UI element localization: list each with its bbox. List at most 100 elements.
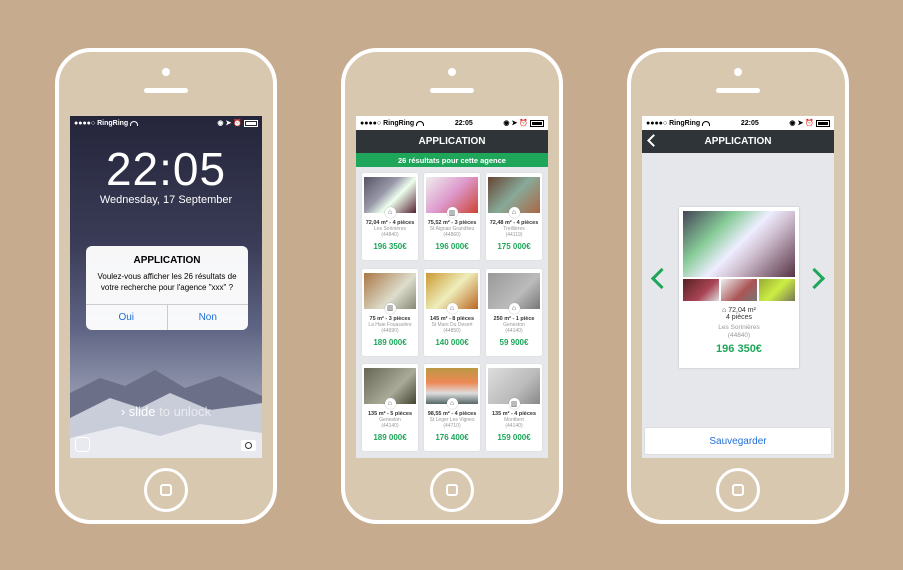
- listing-zip: (44140): [505, 423, 523, 430]
- alert-message: Voulez-vous afficher les 26 résultats de…: [97, 272, 237, 292]
- lock-clock: 22:05: [105, 143, 227, 195]
- back-arrow-icon[interactable]: [647, 134, 660, 147]
- main-photo[interactable]: [683, 211, 795, 277]
- property-area: ⌂ 72,04 m²: [722, 307, 756, 314]
- alert-title: APPLICATION: [133, 255, 201, 266]
- home-square-icon: [446, 484, 458, 496]
- home-button[interactable]: [716, 468, 760, 512]
- status-time: 22:05: [454, 119, 473, 127]
- status-time: 22:05: [740, 119, 759, 127]
- listing-card[interactable]: ⌂ 145 m² - 8 pièces St Mars Du Desert (4485…: [424, 268, 480, 356]
- status-icons: ◉ ➤ ⏰: [503, 120, 528, 127]
- front-camera: [734, 68, 742, 76]
- status-bar: ●●●●○ RingRing 22:05 ◉ ➤ ⏰: [356, 116, 548, 130]
- phone-list-screen: ●●●●○ RingRing 22:05 ◉ ➤ ⏰ APPLICATION 2…: [341, 48, 563, 524]
- status-bar: ●●●●○ RingRing 22:05 ◉ ➤ ⏰: [642, 116, 834, 130]
- house-icon: ⌂: [508, 207, 520, 218]
- phone-lock-screen: ●●●●○ RingRing ◉ ➤ ⏰ 22:05 Wednesday, 17…: [55, 48, 277, 524]
- control-center-icon[interactable]: [75, 437, 90, 452]
- apartment-icon: ▥: [446, 207, 458, 218]
- listing-card[interactable]: ⌂ 72,48 m² - 4 pièces Treillières (44119) 17…: [486, 173, 542, 260]
- home-square-icon: [732, 484, 744, 496]
- status-bar: ●●●●○ RingRing ◉ ➤ ⏰: [70, 116, 262, 130]
- listing-price: 175 000€: [497, 242, 531, 251]
- listing-zip: (44850): [443, 327, 461, 334]
- app-title: APPLICATION: [704, 136, 772, 147]
- listing-zip: (44710): [443, 423, 461, 430]
- listing-price: 59 900€: [499, 337, 529, 347]
- slide-to-unlock[interactable]: › slide to unlock: [70, 404, 262, 419]
- lock-screen: ●●●●○ RingRing ◉ ➤ ⏰ 22:05 Wednesday, 17…: [70, 116, 262, 458]
- listing-zip: (44140): [505, 327, 523, 334]
- mountain-wallpaper: [70, 370, 262, 458]
- apartment-icon: ▥: [508, 398, 520, 410]
- results-banner: 26 résultats pour cette agence: [356, 153, 548, 167]
- listing-price: 189 000€: [373, 337, 407, 347]
- apartment-icon: ▥: [384, 302, 396, 314]
- detail-view: ⌂ 72,04 m² 4 pièces Les Sorinières (4484…: [642, 153, 834, 458]
- property-price: 196 350€: [716, 343, 762, 355]
- front-camera: [448, 68, 456, 76]
- alert-no-button[interactable]: Non: [166, 305, 249, 330]
- slide-prefix: › slide: [120, 404, 156, 419]
- property-card: ⌂ 72,04 m² 4 pièces Les Sorinières (4484…: [679, 207, 799, 368]
- listing-price: 176 400€: [435, 433, 469, 443]
- listing-zip: (44119): [505, 232, 523, 238]
- carrier: ●●●●○ RingRing: [646, 119, 701, 127]
- photo-thumbnails: [683, 279, 795, 301]
- detail-screen: ●●●●○ RingRing 22:05 ◉ ➤ ⏰ APPLICATION ⌂…: [642, 116, 834, 458]
- listing-card[interactable]: ⌂ 250 m² - 1 pièce Geneston (44140) 59 900€: [486, 268, 542, 356]
- next-arrow-icon[interactable]: [803, 267, 826, 290]
- listing-price: 159 000€: [497, 433, 531, 443]
- alert-yes-button[interactable]: Oui: [86, 305, 167, 330]
- house-icon: ⌂: [446, 302, 458, 314]
- listing-zip: (44840): [381, 232, 399, 238]
- listing-price: 196 350€: [373, 242, 407, 251]
- listing-card[interactable]: ⌂ 72,04 m² - 4 pièces Les Sorinières (44840…: [362, 173, 418, 260]
- house-icon: ⌂: [508, 302, 520, 314]
- thumbnail-photo[interactable]: [683, 279, 719, 301]
- listing-zip: (44690): [381, 327, 399, 334]
- listing-card[interactable]: ▥ 75 m² - 3 pièces La Haie Fouassière (4469…: [362, 268, 418, 356]
- house-icon: ⌂: [446, 398, 458, 410]
- listing-price: 196 000€: [435, 242, 469, 251]
- camera-icon[interactable]: [241, 440, 256, 451]
- battery-icon: [244, 119, 258, 127]
- listing-card[interactable]: ⌂ 98,55 m² - 4 pièces St Leger Les Vignes(…: [424, 364, 480, 452]
- app-header: APPLICATION: [356, 130, 548, 153]
- wifi-icon: [416, 120, 425, 126]
- front-camera: [162, 68, 170, 76]
- home-square-icon: [160, 484, 172, 496]
- speaker: [144, 88, 188, 93]
- property-rooms: 4 pièces: [725, 314, 753, 321]
- slide-suffix: to unlock: [159, 404, 212, 419]
- house-icon: ⌂: [384, 207, 396, 218]
- listing-card[interactable]: ▥ 75,52 m² - 3 pièces St Aignan Grandlieu(…: [424, 173, 480, 260]
- results-grid: ⌂ 72,04 m² - 4 pièces Les Sorinières (44840…: [356, 167, 548, 458]
- listing-price: 140 000€: [435, 337, 469, 347]
- lock-date: Wednesday, 17 September: [99, 194, 233, 206]
- listing-zip: (44140): [381, 423, 399, 430]
- listing-card[interactable]: ▥ 135 m² - 4 pièces Montbert (44140) 159 000…: [486, 364, 542, 452]
- phone-detail-screen: ●●●●○ RingRing 22:05 ◉ ➤ ⏰ APPLICATION ⌂…: [627, 48, 849, 524]
- previous-arrow-icon[interactable]: [650, 267, 673, 290]
- status-icons: ◉ ➤ ⏰: [789, 120, 814, 127]
- carrier: ●●●●○ RingRing: [74, 119, 129, 127]
- carrier: ●●●●○ RingRing: [360, 119, 415, 127]
- wifi-icon: [130, 120, 139, 126]
- home-button[interactable]: [144, 468, 188, 512]
- speaker: [430, 88, 474, 93]
- speaker: [716, 88, 760, 93]
- thumbnail-photo[interactable]: [721, 279, 757, 301]
- list-screen: ●●●●○ RingRing 22:05 ◉ ➤ ⏰ APPLICATION 2…: [356, 116, 548, 458]
- app-header: APPLICATION: [642, 130, 834, 153]
- thumbnail-photo[interactable]: [759, 279, 795, 301]
- wifi-icon: [702, 120, 711, 126]
- notification-alert: APPLICATION Voulez-vous afficher les 26 …: [86, 246, 248, 330]
- listing-zip: (44860): [443, 232, 461, 238]
- home-button[interactable]: [430, 468, 474, 512]
- listing-card[interactable]: ⌂ 135 m² - 5 pièces Geneston (44140) 189 000…: [362, 364, 418, 452]
- save-button[interactable]: Sauvegarder: [644, 427, 832, 455]
- listing-price: 189 000€: [373, 433, 407, 443]
- app-title: APPLICATION: [418, 136, 486, 147]
